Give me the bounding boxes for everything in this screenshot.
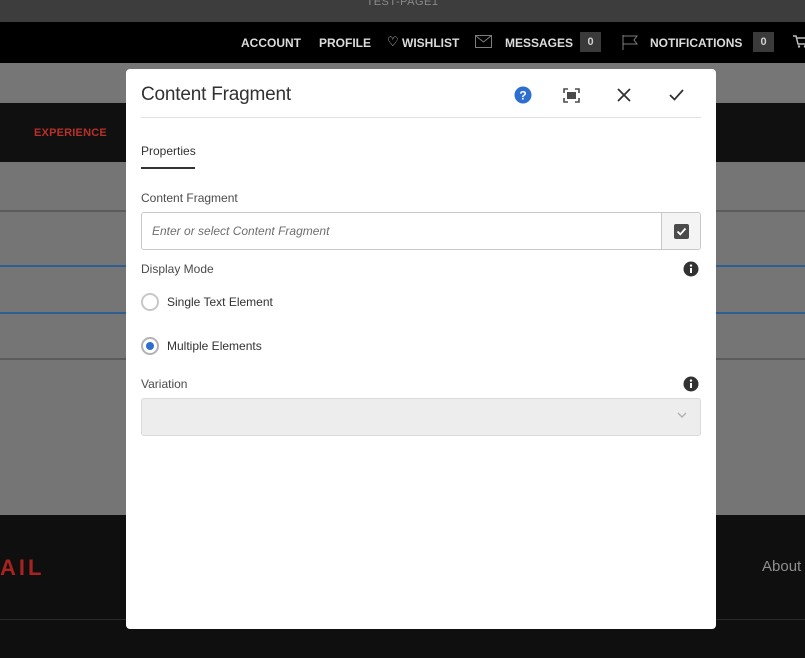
content-fragment-picker-button[interactable] <box>661 213 700 249</box>
radio-button[interactable] <box>141 293 159 311</box>
menu-item-experience[interactable]: EXPERIENCE <box>34 127 107 139</box>
tab-properties[interactable]: Properties <box>141 144 196 158</box>
radio-label: Single Text Element <box>167 295 273 309</box>
content-fragment-field <box>141 212 701 250</box>
notifications-count-badge: 0 <box>753 32 774 52</box>
content-fragment-input[interactable] <box>142 213 662 249</box>
checkbox-icon <box>673 223 689 239</box>
info-icon[interactable] <box>683 261 699 277</box>
help-button[interactable]: ? <box>511 83 535 107</box>
nav-notifications-link[interactable]: NOTIFICATIONS <box>650 36 742 50</box>
dialog-title: Content Fragment <box>141 84 291 105</box>
active-tab-indicator <box>141 167 195 169</box>
variation-select[interactable] <box>141 398 701 436</box>
nav-wishlist-link[interactable]: WISHLIST <box>402 36 459 50</box>
flag-icon <box>622 35 638 53</box>
variation-label: Variation <box>141 377 188 391</box>
envelope-icon <box>475 35 492 51</box>
radio-button-selected[interactable] <box>141 337 159 355</box>
cart-icon[interactable] <box>793 35 805 51</box>
nav-messages-link[interactable]: MESSAGES <box>505 36 573 50</box>
confirm-icon <box>668 89 684 101</box>
top-strip: TEST-PAGE1 <box>0 0 805 22</box>
radio-multiple-elements[interactable]: Multiple Elements <box>141 337 262 355</box>
nav-account-link[interactable]: ACCOUNT <box>241 36 301 50</box>
svg-text:?: ? <box>519 89 526 103</box>
heart-icon: ♡ <box>387 34 399 49</box>
footer-brand-logo: AIL <box>0 555 45 580</box>
footer-about-link[interactable]: About <box>762 558 801 575</box>
content-fragment-label: Content Fragment <box>141 191 238 205</box>
close-icon <box>617 88 631 102</box>
chevron-down-icon <box>677 412 687 418</box>
radio-label: Multiple Elements <box>167 339 262 353</box>
page-title: TEST-PAGE1 <box>366 0 439 8</box>
display-mode-label: Display Mode <box>141 262 214 276</box>
radio-single-text-element[interactable]: Single Text Element <box>141 293 273 311</box>
dialog-header-divider <box>141 117 701 118</box>
fullscreen-icon <box>562 87 580 103</box>
content-fragment-dialog: Content Fragment ? Properties Content Fr… <box>126 69 716 629</box>
nav-profile-link[interactable]: PROFILE <box>319 36 371 50</box>
close-button[interactable] <box>612 83 636 107</box>
top-navbar: ACCOUNT PROFILE ♡ WISHLIST MESSAGES 0 NO… <box>0 22 805 63</box>
confirm-button[interactable] <box>664 83 688 107</box>
fullscreen-button[interactable] <box>559 83 583 107</box>
messages-count-badge: 0 <box>580 32 601 52</box>
help-icon: ? <box>514 86 532 104</box>
info-icon[interactable] <box>683 376 699 392</box>
